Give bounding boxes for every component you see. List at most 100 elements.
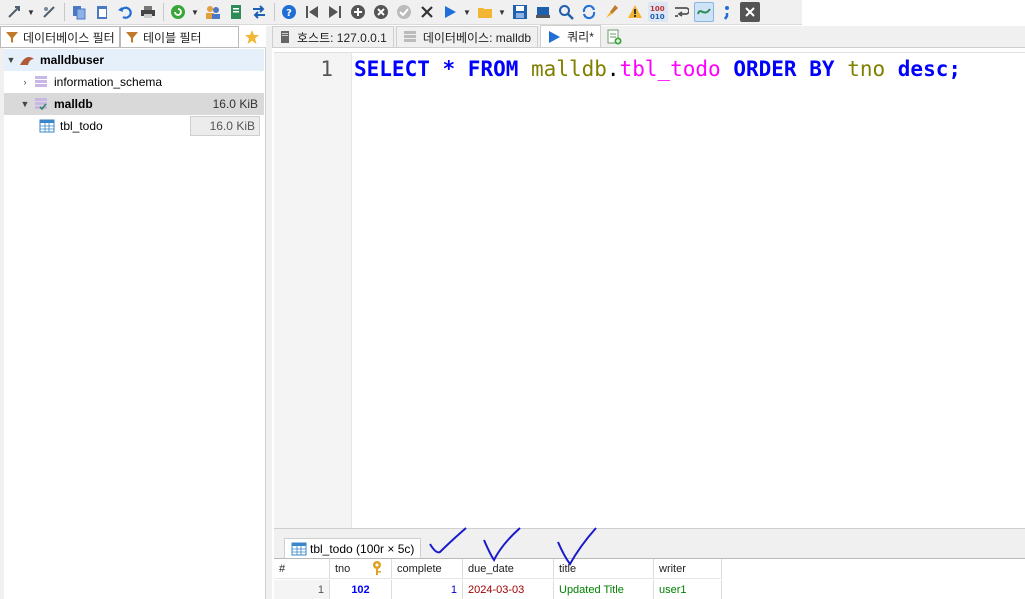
tab-label: 호스트: 127.0.0.1 xyxy=(297,30,387,45)
tab-query[interactable]: 쿼리* xyxy=(540,25,601,47)
tree-item-session[interactable]: ▼ malldbuser xyxy=(4,49,264,71)
binary-icon[interactable]: 100 010 xyxy=(648,2,668,22)
cell-tno[interactable]: 102 xyxy=(330,580,392,599)
column-header-writer[interactable]: writer xyxy=(654,559,722,579)
result-grid: # tno complete due_date title writer 1 1… xyxy=(274,558,1025,599)
svg-text:?: ? xyxy=(286,8,292,19)
print-icon[interactable] xyxy=(138,2,158,22)
svg-text:010: 010 xyxy=(650,13,665,20)
add-icon[interactable] xyxy=(348,2,368,22)
paste-icon[interactable] xyxy=(92,2,112,22)
database-icon xyxy=(32,74,50,90)
refresh-icon[interactable] xyxy=(168,2,188,22)
primary-key-icon xyxy=(371,560,383,578)
copy-icon[interactable] xyxy=(69,2,89,22)
result-tab-label: tbl_todo (100r × 5c) xyxy=(310,542,415,556)
grid-header-row: # tno complete due_date title writer xyxy=(274,559,722,579)
chevron-down-icon[interactable]: ▼ xyxy=(18,99,32,109)
close-icon[interactable] xyxy=(740,2,760,22)
column-header-label: tno xyxy=(335,562,351,575)
chevron-down-icon[interactable]: ▼ xyxy=(191,2,199,22)
delete-icon[interactable] xyxy=(417,2,437,22)
table-row[interactable]: 1 102 1 2024-03-03 Updated Title user1 xyxy=(274,580,722,599)
cell-complete[interactable]: 1 xyxy=(392,580,463,599)
table-filter-placeholder: 테이블 필터 xyxy=(143,30,202,45)
keyword-select: SELECT xyxy=(354,57,430,81)
cell-writer[interactable]: user1 xyxy=(654,580,722,599)
cell-due-date[interactable]: 2024-03-03 xyxy=(463,580,554,599)
main-toolbar: ▼ ▼ ? ▼ ▼ 100 010 xyxy=(0,0,802,25)
transfer-icon[interactable] xyxy=(249,2,269,22)
check-icon[interactable] xyxy=(394,2,414,22)
database-filter-placeholder: 데이터베이스 필터 xyxy=(23,30,115,45)
result-tab[interactable]: tbl_todo (100r × 5c) xyxy=(284,538,422,559)
result-tabbar: tbl_todo (100r × 5c) xyxy=(274,528,1025,559)
chevron-down-icon[interactable]: ▼ xyxy=(4,55,18,65)
chevron-right-icon[interactable]: › xyxy=(18,77,32,87)
panel-splitter[interactable] xyxy=(266,26,272,599)
clean-icon[interactable] xyxy=(602,2,622,22)
cancel-icon[interactable] xyxy=(371,2,391,22)
chevron-down-icon[interactable]: ▼ xyxy=(27,2,35,22)
user-manager-icon[interactable] xyxy=(203,2,223,22)
warning-icon[interactable] xyxy=(625,2,645,22)
sql-editor[interactable]: 1 SELECT * FROM malldb.tbl_todo ORDER BY… xyxy=(274,52,1025,528)
favorite-star-icon[interactable] xyxy=(239,26,265,48)
tree-label: tbl_todo xyxy=(60,119,103,133)
find-replace-icon[interactable] xyxy=(579,2,599,22)
tab-label: 쿼리* xyxy=(567,30,594,44)
format-icon[interactable] xyxy=(694,2,714,22)
line-number: 1 xyxy=(320,57,333,81)
tree-item-table[interactable]: tbl_todo 16.0 KiB xyxy=(4,115,264,137)
chevron-down-icon[interactable]: ▼ xyxy=(463,2,471,22)
save-as-icon[interactable] xyxy=(533,2,553,22)
column-header-tno[interactable]: tno xyxy=(330,559,392,579)
run-icon xyxy=(547,30,561,44)
toolbar-separator xyxy=(163,3,164,21)
database-token: malldb xyxy=(531,57,607,81)
last-icon[interactable] xyxy=(325,2,345,22)
tab-host[interactable]: 호스트: 127.0.0.1 xyxy=(272,26,394,47)
database-size: 16.0 KiB xyxy=(212,97,258,111)
find-icon[interactable] xyxy=(556,2,576,22)
keyword-order: ORDER xyxy=(733,57,797,81)
chevron-down-icon[interactable]: ▼ xyxy=(498,2,506,22)
column-header-due-date[interactable]: due_date xyxy=(463,559,554,579)
filter-row: 데이터베이스 필터 테이블 필터 xyxy=(0,26,266,48)
toolbar-empty-area xyxy=(802,0,1025,25)
tree-item-database[interactable]: › information_schema xyxy=(4,71,264,93)
run-icon[interactable] xyxy=(440,2,460,22)
dolphin-icon xyxy=(18,52,36,68)
column-header-rownum[interactable]: # xyxy=(274,559,330,579)
semicolon-icon[interactable] xyxy=(717,2,737,22)
table-filter-input[interactable]: 테이블 필터 xyxy=(120,26,239,48)
save-icon[interactable] xyxy=(510,2,530,22)
svg-text:100: 100 xyxy=(650,5,665,13)
dot-token: . xyxy=(606,57,620,81)
cell-title[interactable]: Updated Title xyxy=(554,580,654,599)
new-query-tab-icon[interactable] xyxy=(603,26,625,47)
open-folder-icon[interactable] xyxy=(475,2,495,22)
database-icon xyxy=(403,30,417,44)
main-tabbar: 호스트: 127.0.0.1 데이터베이스: malldb 쿼리* xyxy=(272,25,1025,48)
column-header-title[interactable]: title xyxy=(554,559,654,579)
disconnect-icon[interactable] xyxy=(39,2,59,22)
host-icon xyxy=(279,30,291,44)
tree-label: malldbuser xyxy=(40,53,105,67)
tab-database[interactable]: 데이터베이스: malldb xyxy=(395,26,539,47)
help-icon[interactable]: ? xyxy=(279,2,299,22)
database-filter-input[interactable]: 데이터베이스 필터 xyxy=(0,26,120,48)
first-icon[interactable] xyxy=(302,2,322,22)
line-gutter: 1 xyxy=(274,53,352,528)
column-header-complete[interactable]: complete xyxy=(392,559,463,579)
sql-code-line[interactable]: SELECT * FROM malldb.tbl_todo ORDER BY t… xyxy=(354,57,961,81)
row-number: 1 xyxy=(274,580,330,599)
wrap-icon[interactable] xyxy=(671,2,691,22)
connect-icon[interactable] xyxy=(4,2,24,22)
undo-icon[interactable] xyxy=(115,2,135,22)
export-icon[interactable] xyxy=(226,2,246,22)
tree-item-database[interactable]: ▼ malldb 16.0 KiB xyxy=(4,93,264,115)
